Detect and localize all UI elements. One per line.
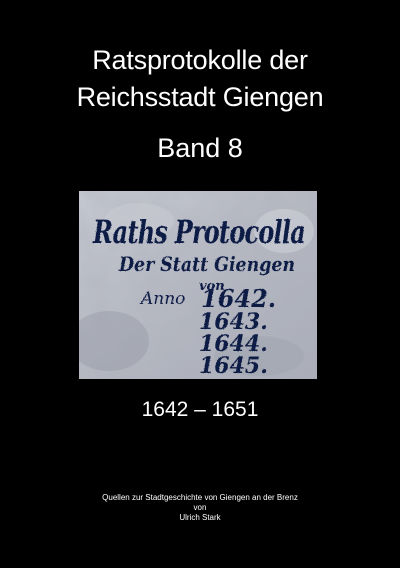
manuscript-photo: Raths Protocolla Der Statt Giengen von A…: [79, 191, 317, 379]
manuscript-line-1: Raths Protocolla: [92, 213, 305, 251]
author-name: Ulrich Stark: [179, 513, 221, 522]
volume-label: Band 8: [157, 133, 243, 163]
credits-block: Quellen zur Stadtgeschichte von Giengen …: [0, 493, 400, 523]
series-title: Quellen zur Stadtgeschichte von Giengen …: [102, 493, 298, 502]
title-line-2: Reichsstadt Giengen: [76, 82, 324, 112]
title-line-1: Ratsprotokolle der: [92, 45, 308, 75]
year-range: 1642 – 1651: [141, 398, 259, 421]
manuscript-year-4: 1645.: [199, 353, 268, 379]
manuscript-anno-label: Anno: [139, 289, 185, 309]
by-label: von: [193, 503, 207, 512]
book-cover: Ratsprotokolle der Reichsstadt Giengen B…: [0, 0, 400, 568]
manuscript-line-2: Der Statt Giengen: [118, 252, 295, 276]
